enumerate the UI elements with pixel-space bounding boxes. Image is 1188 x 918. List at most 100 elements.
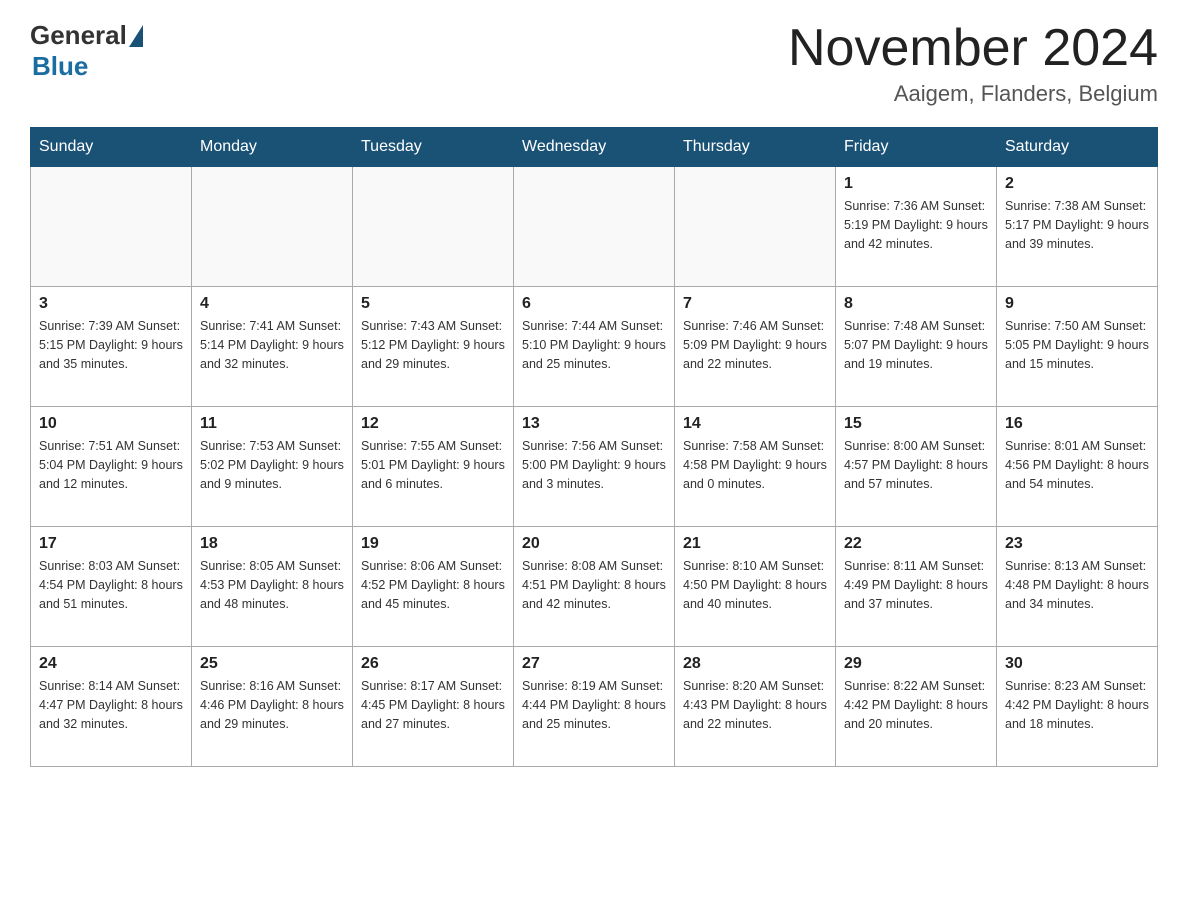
day-info: Sunrise: 8:14 AM Sunset: 4:47 PM Dayligh…	[39, 677, 183, 733]
day-number: 17	[39, 535, 183, 553]
calendar-day-header: Friday	[836, 128, 997, 167]
logo-blue-text: Blue	[32, 51, 88, 82]
day-number: 12	[361, 415, 505, 433]
calendar-cell	[192, 167, 353, 287]
calendar-cell: 17 Sunrise: 8:03 AM Sunset: 4:54 PM Dayli…	[31, 527, 192, 647]
day-info: Sunrise: 7:41 AM Sunset: 5:14 PM Dayligh…	[200, 317, 344, 373]
calendar-cell: 9 Sunrise: 7:50 AM Sunset: 5:05 PM Daylig…	[997, 287, 1158, 407]
location-subtitle: Aaigem, Flanders, Belgium	[788, 81, 1158, 107]
day-info: Sunrise: 7:36 AM Sunset: 5:19 PM Dayligh…	[844, 197, 988, 253]
day-info: Sunrise: 8:19 AM Sunset: 4:44 PM Dayligh…	[522, 677, 666, 733]
day-number: 3	[39, 295, 183, 313]
day-info: Sunrise: 7:39 AM Sunset: 5:15 PM Dayligh…	[39, 317, 183, 373]
day-info: Sunrise: 8:16 AM Sunset: 4:46 PM Dayligh…	[200, 677, 344, 733]
day-number: 8	[844, 295, 988, 313]
day-number: 2	[1005, 175, 1149, 193]
day-number: 29	[844, 655, 988, 673]
day-info: Sunrise: 8:22 AM Sunset: 4:42 PM Dayligh…	[844, 677, 988, 733]
logo-general-text: General	[30, 20, 127, 51]
day-info: Sunrise: 8:01 AM Sunset: 4:56 PM Dayligh…	[1005, 437, 1149, 493]
calendar-cell: 20 Sunrise: 8:08 AM Sunset: 4:51 PM Dayli…	[514, 527, 675, 647]
calendar-cell: 27 Sunrise: 8:19 AM Sunset: 4:44 PM Dayli…	[514, 647, 675, 767]
month-year-title: November 2024	[788, 20, 1158, 77]
calendar-cell: 29 Sunrise: 8:22 AM Sunset: 4:42 PM Dayli…	[836, 647, 997, 767]
calendar-week-row: 24 Sunrise: 8:14 AM Sunset: 4:47 PM Dayli…	[31, 647, 1158, 767]
day-info: Sunrise: 8:08 AM Sunset: 4:51 PM Dayligh…	[522, 557, 666, 613]
calendar-cell: 23Sunrise: 8:13 AM Sunset: 4:48 PM Dayli…	[997, 527, 1158, 647]
calendar-week-row: 3 Sunrise: 7:39 AM Sunset: 5:15 PM Daylig…	[31, 287, 1158, 407]
day-number: 5	[361, 295, 505, 313]
day-info: Sunrise: 7:46 AM Sunset: 5:09 PM Dayligh…	[683, 317, 827, 373]
day-number: 19	[361, 535, 505, 553]
calendar-header-row: SundayMondayTuesdayWednesdayThursdayFrid…	[31, 128, 1158, 167]
calendar-cell: 13 Sunrise: 7:56 AM Sunset: 5:00 PM Dayli…	[514, 407, 675, 527]
day-number: 18	[200, 535, 344, 553]
calendar-cell: 11Sunrise: 7:53 AM Sunset: 5:02 PM Dayli…	[192, 407, 353, 527]
day-number: 21	[683, 535, 827, 553]
day-info: Sunrise: 7:55 AM Sunset: 5:01 PM Dayligh…	[361, 437, 505, 493]
calendar-cell: 30 Sunrise: 8:23 AM Sunset: 4:42 PM Dayli…	[997, 647, 1158, 767]
day-info: Sunrise: 8:20 AM Sunset: 4:43 PM Dayligh…	[683, 677, 827, 733]
calendar-day-header: Tuesday	[353, 128, 514, 167]
day-number: 6	[522, 295, 666, 313]
day-number: 9	[1005, 295, 1149, 313]
day-info: Sunrise: 7:38 AM Sunset: 5:17 PM Dayligh…	[1005, 197, 1149, 253]
day-info: Sunrise: 7:48 AM Sunset: 5:07 PM Dayligh…	[844, 317, 988, 373]
day-info: Sunrise: 8:11 AM Sunset: 4:49 PM Dayligh…	[844, 557, 988, 613]
day-number: 13	[522, 415, 666, 433]
day-info: Sunrise: 8:17 AM Sunset: 4:45 PM Dayligh…	[361, 677, 505, 733]
calendar-cell: 10Sunrise: 7:51 AM Sunset: 5:04 PM Dayli…	[31, 407, 192, 527]
calendar-cell: 14Sunrise: 7:58 AM Sunset: 4:58 PM Dayli…	[675, 407, 836, 527]
calendar-day-header: Sunday	[31, 128, 192, 167]
calendar-cell: 18Sunrise: 8:05 AM Sunset: 4:53 PM Dayli…	[192, 527, 353, 647]
day-number: 14	[683, 415, 827, 433]
calendar-cell: 16 Sunrise: 8:01 AM Sunset: 4:56 PM Dayli…	[997, 407, 1158, 527]
day-info: Sunrise: 8:13 AM Sunset: 4:48 PM Dayligh…	[1005, 557, 1149, 613]
day-info: Sunrise: 8:06 AM Sunset: 4:52 PM Dayligh…	[361, 557, 505, 613]
day-number: 7	[683, 295, 827, 313]
calendar-day-header: Thursday	[675, 128, 836, 167]
calendar-cell: 6 Sunrise: 7:44 AM Sunset: 5:10 PM Daylig…	[514, 287, 675, 407]
calendar-week-row: 1 Sunrise: 7:36 AM Sunset: 5:19 PM Daylig…	[31, 167, 1158, 287]
day-number: 4	[200, 295, 344, 313]
day-info: Sunrise: 8:23 AM Sunset: 4:42 PM Dayligh…	[1005, 677, 1149, 733]
day-info: Sunrise: 7:53 AM Sunset: 5:02 PM Dayligh…	[200, 437, 344, 493]
day-number: 28	[683, 655, 827, 673]
calendar-week-row: 10Sunrise: 7:51 AM Sunset: 5:04 PM Dayli…	[31, 407, 1158, 527]
day-number: 16	[1005, 415, 1149, 433]
calendar-cell	[514, 167, 675, 287]
calendar-cell: 8 Sunrise: 7:48 AM Sunset: 5:07 PM Daylig…	[836, 287, 997, 407]
logo: General Blue	[30, 20, 145, 82]
calendar-cell: 24 Sunrise: 8:14 AM Sunset: 4:47 PM Dayli…	[31, 647, 192, 767]
calendar-cell	[675, 167, 836, 287]
calendar-week-row: 17 Sunrise: 8:03 AM Sunset: 4:54 PM Dayli…	[31, 527, 1158, 647]
day-info: Sunrise: 8:03 AM Sunset: 4:54 PM Dayligh…	[39, 557, 183, 613]
day-number: 20	[522, 535, 666, 553]
day-info: Sunrise: 7:50 AM Sunset: 5:05 PM Dayligh…	[1005, 317, 1149, 373]
day-info: Sunrise: 7:51 AM Sunset: 5:04 PM Dayligh…	[39, 437, 183, 493]
calendar-cell: 25 Sunrise: 8:16 AM Sunset: 4:46 PM Dayli…	[192, 647, 353, 767]
calendar-cell: 7 Sunrise: 7:46 AM Sunset: 5:09 PM Daylig…	[675, 287, 836, 407]
day-info: Sunrise: 8:10 AM Sunset: 4:50 PM Dayligh…	[683, 557, 827, 613]
day-number: 25	[200, 655, 344, 673]
calendar-day-header: Wednesday	[514, 128, 675, 167]
day-info: Sunrise: 7:44 AM Sunset: 5:10 PM Dayligh…	[522, 317, 666, 373]
day-number: 26	[361, 655, 505, 673]
logo-triangle-icon	[129, 25, 143, 47]
calendar-cell: 15Sunrise: 8:00 AM Sunset: 4:57 PM Dayli…	[836, 407, 997, 527]
calendar-cell	[31, 167, 192, 287]
day-number: 27	[522, 655, 666, 673]
day-number: 24	[39, 655, 183, 673]
calendar-cell	[353, 167, 514, 287]
calendar-cell: 22 Sunrise: 8:11 AM Sunset: 4:49 PM Dayli…	[836, 527, 997, 647]
day-info: Sunrise: 8:00 AM Sunset: 4:57 PM Dayligh…	[844, 437, 988, 493]
day-number: 1	[844, 175, 988, 193]
day-number: 30	[1005, 655, 1149, 673]
calendar-table: SundayMondayTuesdayWednesdayThursdayFrid…	[30, 127, 1158, 767]
calendar-cell: 2 Sunrise: 7:38 AM Sunset: 5:17 PM Daylig…	[997, 167, 1158, 287]
day-number: 22	[844, 535, 988, 553]
calendar-cell: 4 Sunrise: 7:41 AM Sunset: 5:14 PM Daylig…	[192, 287, 353, 407]
calendar-day-header: Monday	[192, 128, 353, 167]
day-info: Sunrise: 7:56 AM Sunset: 5:00 PM Dayligh…	[522, 437, 666, 493]
calendar-cell: 1 Sunrise: 7:36 AM Sunset: 5:19 PM Daylig…	[836, 167, 997, 287]
